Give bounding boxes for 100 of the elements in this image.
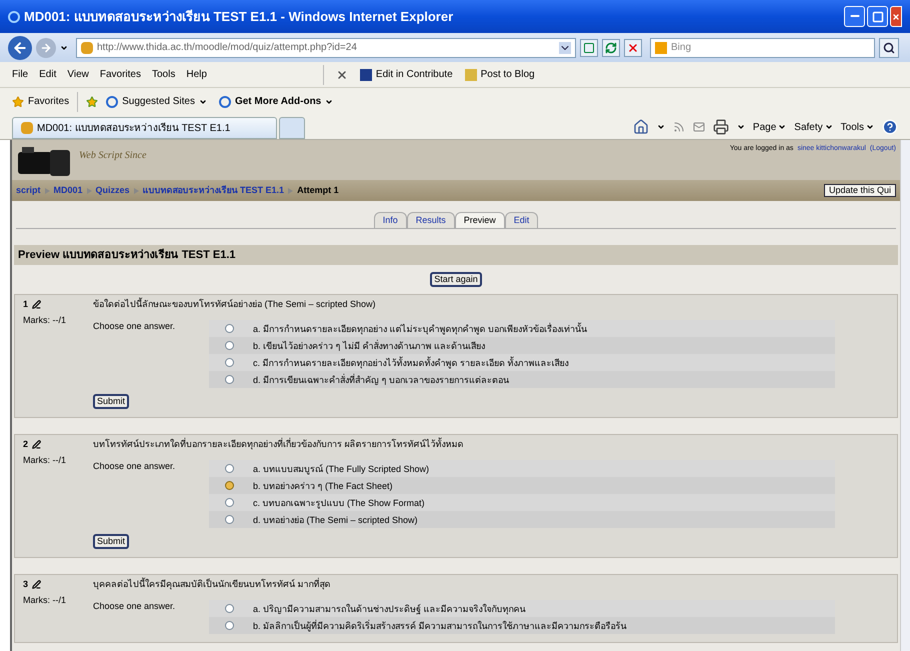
favorites-button[interactable]: Favorites [12,94,70,109]
answer-option[interactable]: b. มัลลิกาเป็นผู้ที่มีความคิดริเริ่มสร้างสรรค์ มีความสามารถในการใช้ภาษาและมีความกระตือรือร้น [209,617,835,634]
scrollbar[interactable] [900,140,910,651]
question-text: ข้อใดต่อไปนี้ลักษณะของบทโทรทัศน์อย่างย่อ (The Semi – scripted Show) [93,298,377,310]
marks-label: Marks: --/1 [23,314,68,326]
breadcrumb-link[interactable]: Quizzes [96,184,130,198]
dropdown-icon[interactable] [559,42,571,54]
submit-button[interactable]: Submit [93,534,130,549]
camera-logo-icon [16,144,71,177]
page-icon [583,42,595,54]
edit-icon[interactable] [32,580,42,588]
caret-icon [60,44,68,52]
compatibility-button[interactable] [580,38,598,56]
command-button[interactable]: Page [752,120,786,134]
mail-icon[interactable] [692,121,705,133]
separator-icon [44,188,50,194]
answer-option[interactable]: d. มีการเขียนเฉพาะคำสั่งที่สำคัญ ๆ บอกเวลาของรายการแต่ละตอน [209,371,835,388]
answer-option[interactable]: c. บทบอกเฉพาะรูปแบบ (The Show Format) [209,494,835,511]
search-box[interactable]: Bing [650,38,875,58]
radio-button[interactable] [224,498,234,507]
page-tab[interactable]: Edit [504,212,538,228]
radio-button[interactable] [224,604,234,613]
radio-button[interactable] [224,375,234,384]
menu-item[interactable]: File [12,67,28,82]
address-field[interactable]: http://www.thida.ac.th/moodle/mod/quiz/attempt.php?id=24 [76,38,576,58]
menu-item[interactable]: View [67,67,89,82]
maximize-button[interactable] [867,6,888,27]
choose-prompt: Choose one answer. [93,600,176,613]
add-favorite-icon[interactable] [86,96,98,108]
separator-icon [288,188,294,194]
favorites-link[interactable]: Suggested Sites [106,94,207,109]
separator-icon [86,188,92,194]
option-label: b. บทอย่างคร่าว ๆ (The Fact Sheet) [253,480,393,492]
menu-item[interactable]: Edit [39,67,56,82]
home-icon[interactable] [632,119,649,135]
close-icon[interactable] [336,68,348,80]
caret-icon [778,123,786,131]
answer-option[interactable]: b. บทอย่างคร่าว ๆ (The Fact Sheet) [209,477,835,494]
question-text: บทโทรทัศน์ประเภทใดที่บอกรายละเอียดทุกอย่างที่เกี่ยวข้องกับการ ผลิตรายการโทรทัศน์ไว้ทั้งหมด [93,438,465,450]
search-button[interactable] [879,38,899,58]
breadcrumb-link[interactable]: MD001 [54,184,83,198]
stop-button[interactable] [624,38,642,56]
radio-button[interactable] [224,341,234,350]
feed-icon[interactable] [672,121,685,133]
answer-option[interactable]: d. บทอย่างย่อ (The Semi – scripted Show) [209,511,835,528]
breadcrumb-link[interactable]: script [16,184,41,198]
caret-icon [325,98,334,106]
print-icon[interactable] [712,119,729,135]
page-tab[interactable]: Preview [454,212,505,228]
menu-item[interactable]: Tools [152,67,176,82]
radio-button[interactable] [224,324,234,333]
option-label: a. บทแบบสมบูรณ์ (The Fully Scripted Show) [253,462,430,474]
edit-icon[interactable] [32,300,42,308]
radio-button[interactable] [224,621,234,630]
forward-arrow-icon [40,42,52,54]
edit-icon[interactable] [32,440,42,448]
close-icon [892,12,900,20]
toolbar-button[interactable]: Edit in Contribute [360,67,453,82]
start-again-button[interactable]: Start again [430,272,482,287]
refresh-icon [605,42,617,54]
marks-label: Marks: --/1 [23,594,68,606]
choose-prompt: Choose one answer. [93,320,176,333]
option-label: b. เขียนไว้อย่างคร่าว ๆ ไม่มี คำสั่งทางด้านภาพ และด้านเสียง [253,340,486,352]
search-icon [883,42,895,54]
answer-option[interactable]: a. ปริญามีความสามารถในด้านช่างประดิษฐ์ และมีความจริงใจกับทุกคน [209,600,835,617]
menu-item[interactable]: Help [186,67,207,82]
option-label: c. บทบอกเฉพาะรูปแบบ (The Show Format) [253,496,425,508]
command-button[interactable]: Tools [840,120,874,134]
question-text: บุคคลต่อไปนี้ใครมีคุณสมบัติเป็นนักเขียนบทโทรทัศน์ มากที่สุด [93,578,332,590]
help-icon[interactable] [882,119,898,135]
search-field[interactable]: Bing [671,40,870,55]
toolbar-button[interactable]: Post to Blog [464,67,535,82]
favorites-link[interactable]: Get More Add-ons [218,94,334,109]
submit-button[interactable]: Submit [93,394,130,409]
close-button[interactable] [890,6,902,27]
refresh-button[interactable] [602,38,620,56]
caret-icon [824,123,833,131]
logo-text: Web Script Since [79,149,146,163]
update-quiz-button[interactable]: Update this Qui [824,184,896,197]
radio-button[interactable] [224,358,234,367]
answer-option[interactable]: b. เขียนไว้อย่างคร่าว ๆ ไม่มี คำสั่งทางด้านภาพ และด้านเสียง [209,337,835,354]
browser-tab[interactable]: MD001: แบบทดสอบระหว่างเรียน TEST E1.1 [12,117,277,139]
radio-button[interactable] [224,464,234,473]
caret-icon [736,123,745,131]
option-label: d. มีการเขียนเฉพาะคำสั่งที่สำคัญ ๆ บอกเวลาของรายการแต่ละตอน [253,374,510,386]
answer-option[interactable]: a. บทแบบสมบูรณ์ (The Fully Scripted Show) [209,460,835,477]
radio-button[interactable] [224,481,234,490]
minimize-button[interactable] [844,6,865,27]
choose-prompt: Choose one answer. [93,460,176,473]
page-tab[interactable]: Results [406,212,455,228]
answer-option[interactable]: a. มีการกำหนดรายละเอียดทุกอย่าง แต่ไม่ระบุคำพูดทุกคำพูด บอกเพียงหัวข้อเรื่องเท่านั้น [209,320,835,337]
back-button[interactable] [8,36,32,60]
breadcrumb-link[interactable]: แบบทดสอบระหว่างเรียน TEST E1.1 [142,184,284,198]
answer-option[interactable]: c. มีการกำหนดรายละเอียดทุกอย่างไว้ทั้งหมดทั้งคำพูด รายละเอียด ทั้งภาพและเสียง [209,354,835,371]
option-label: a. มีการกำหนดรายละเอียดทุกอย่าง แต่ไม่ระบุคำพูดทุกคำพูด บอกเพียงหัวข้อเรื่องเท่านั้น [253,322,588,334]
radio-button[interactable] [224,515,234,524]
option-label: a. ปริญามีความสามารถในด้านช่างประดิษฐ์ และมีความจริงใจกับทุกคน [253,602,526,614]
menu-item[interactable]: Favorites [100,67,141,82]
page-tab[interactable]: Info [374,212,407,228]
command-button[interactable]: Safety [794,120,833,134]
